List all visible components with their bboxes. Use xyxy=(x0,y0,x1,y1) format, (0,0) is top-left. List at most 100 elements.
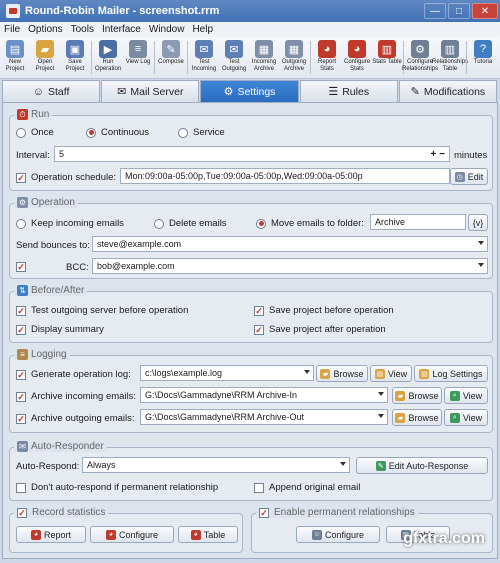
archive-out-browse-button[interactable]: ▰ Browse xyxy=(392,409,442,426)
test-outgoing-checkbox[interactable]: ✓ xyxy=(16,305,26,316)
display-summary-checkbox[interactable]: ✓ xyxy=(16,324,26,335)
dont-auto-respond-option[interactable]: Don't auto-respond if permanent relation… xyxy=(16,482,218,493)
delete-emails-option[interactable]: Delete emails xyxy=(154,218,227,229)
log-browse-button[interactable]: ▰ Browse xyxy=(316,365,368,382)
tab-modifications[interactable]: ✎ Modifications xyxy=(398,80,498,102)
mode-service[interactable]: Service xyxy=(178,127,225,138)
bcc-checkbox-row[interactable]: ✓ xyxy=(16,262,31,272)
toolbar-button-label: Test Incoming xyxy=(191,59,217,72)
menu-file[interactable]: File xyxy=(4,24,20,35)
schedule-checkbox[interactable]: ✓ xyxy=(16,172,26,183)
auto-respond-select[interactable]: Always xyxy=(82,457,350,473)
minimize-button[interactable]: — xyxy=(424,3,446,19)
relationships-configure-button[interactable]: ☺ Configure xyxy=(296,526,380,543)
interval-stepper[interactable]: + − xyxy=(431,149,445,160)
tab-staff[interactable]: ☺ Staff xyxy=(2,80,101,102)
move-emails-option[interactable]: Move emails to folder: xyxy=(256,218,364,229)
before-after-group: ⇅ Before/After ✓ Test outgoing server befo… xyxy=(9,285,493,343)
toolbar-view-log-button[interactable]: ≡ View Log xyxy=(123,37,153,78)
edit-schedule-button[interactable]: ◷ Edit xyxy=(450,168,488,185)
display-summary-option[interactable]: ✓ Display summary xyxy=(16,324,104,335)
radio-once[interactable] xyxy=(16,127,26,138)
tab-mail-server[interactable]: ✉ Mail Server xyxy=(101,80,200,102)
open-project-icon: ▰ xyxy=(36,40,54,58)
archive-out-select[interactable]: G:\Docs\Gammadyne\RRM Archive-Out xyxy=(140,409,388,425)
toolbar-configure-stats-button[interactable]: ◕ Configure Stats xyxy=(342,37,372,78)
folder-variable-button[interactable]: {v} xyxy=(468,214,488,231)
toolbar-open-project-button[interactable]: ▰ Open Project xyxy=(30,37,60,78)
mode-continuous[interactable]: Continuous xyxy=(86,127,149,138)
close-button[interactable]: ✕ xyxy=(472,3,498,19)
stats-configure-button[interactable]: ◕ Configure xyxy=(90,526,174,543)
schedule-checkbox-row[interactable]: ✓ Operation schedule: xyxy=(16,172,116,183)
gen-log-option[interactable]: ✓ Generate operation log: xyxy=(16,369,131,380)
toolbar-new-project-button[interactable]: ▤ New Project xyxy=(0,37,30,78)
log-path-select[interactable]: c:\logs\example.log xyxy=(140,365,314,381)
record-stats-checkbox[interactable]: ✓ xyxy=(17,507,27,518)
append-original-option[interactable]: Append original email xyxy=(254,482,360,493)
menu-options[interactable]: Options xyxy=(28,24,62,35)
archive-in-view-button[interactable]: ⌕ View xyxy=(444,387,488,404)
folder-field[interactable]: Archive xyxy=(370,214,466,230)
toolbar-save-project-button[interactable]: ▣ Save Project xyxy=(60,37,90,78)
keep-emails-option[interactable]: Keep incoming emails xyxy=(16,218,124,229)
edit-auto-response-button[interactable]: ✎ Edit Auto-Response xyxy=(356,457,488,474)
mode-once[interactable]: Once xyxy=(16,127,54,138)
archive-in-option[interactable]: ✓ Archive incoming emails: xyxy=(16,391,136,402)
radio-move[interactable] xyxy=(256,218,266,229)
toolbar-report-stats-button[interactable]: ◕ Report Stats xyxy=(312,37,342,78)
gen-log-checkbox[interactable]: ✓ xyxy=(16,369,26,380)
log-view-button[interactable]: ▤ View xyxy=(370,365,412,382)
archive-in-checkbox[interactable]: ✓ xyxy=(16,391,26,402)
maximize-button[interactable]: □ xyxy=(448,3,470,19)
toolbar-outgoing-archive-button[interactable]: ▦ Outgoing Archive xyxy=(279,37,309,78)
toolbar-stats-table-button[interactable]: ▥ Stats Table xyxy=(372,37,402,78)
menu-help[interactable]: Help xyxy=(192,24,213,35)
stats-group-label[interactable]: ✓ Record statistics xyxy=(14,507,109,518)
toolbar-relationships-table-button[interactable]: ▥ Relationships Table xyxy=(432,37,468,78)
log-settings-button[interactable]: ▤ Log Settings xyxy=(414,365,488,382)
toolbar-test-incoming-button[interactable]: ✉ Test Incoming xyxy=(189,37,219,78)
permanent-relationships-checkbox[interactable]: ✓ xyxy=(259,507,269,518)
radio-service[interactable] xyxy=(178,127,188,138)
archive-out-view-button[interactable]: ⌕ View xyxy=(444,409,488,426)
radio-continuous[interactable] xyxy=(86,127,96,138)
tab-settings[interactable]: ⚙ Settings xyxy=(200,80,299,102)
toolbar-configure-relationships-button[interactable]: ⚙ Configure Relationships xyxy=(402,37,438,78)
toolbar-run-operation-button[interactable]: ▶ Run Operation xyxy=(93,37,123,78)
bounces-select[interactable]: steve@example.com xyxy=(92,236,488,252)
save-before-checkbox[interactable]: ✓ xyxy=(254,305,264,316)
menu-tools[interactable]: Tools xyxy=(71,24,94,35)
stats-report-button[interactable]: ◕ Report xyxy=(16,526,86,543)
tab-rules[interactable]: ☰ Rules xyxy=(299,80,398,102)
menu-interface[interactable]: Interface xyxy=(102,24,141,35)
radio-keep[interactable] xyxy=(16,218,26,229)
toolbar-compose-button[interactable]: ✎ Compose xyxy=(156,37,186,78)
save-after-checkbox[interactable]: ✓ xyxy=(254,324,264,335)
schedule-field[interactable]: Mon:09:00a-05:00p,Tue:09:00a-05:00p,Wed:… xyxy=(120,168,450,184)
stats-table-button[interactable]: ◕ Table xyxy=(178,526,238,543)
toolbar-tutorial-button[interactable]: ? Tutoria xyxy=(468,37,498,78)
relationships-group-label[interactable]: ✓ Enable permanent relationships xyxy=(256,507,418,518)
title-bar: Round-Robin Mailer - screenshot.rrm — □ … xyxy=(0,0,500,22)
archive-in-browse-button[interactable]: ▰ Browse xyxy=(392,387,442,404)
save-after-option[interactable]: ✓ Save project after operation xyxy=(254,324,386,335)
bcc-checkbox[interactable]: ✓ xyxy=(16,262,26,272)
relationships-table-icon: ▥ xyxy=(441,40,459,58)
interval-input[interactable]: 5 + − xyxy=(54,146,450,162)
archive-in-select[interactable]: G:\Docs\Gammadyne\RRM Archive-In xyxy=(140,387,388,403)
toolbar-test-outgoing-button[interactable]: ✉ Test Outgoing xyxy=(219,37,249,78)
archive-out-checkbox[interactable]: ✓ xyxy=(16,413,26,424)
log-icon: ≡ xyxy=(17,349,28,360)
toolbar-button-label: View Log xyxy=(125,59,151,65)
test-outgoing-option[interactable]: ✓ Test outgoing server before operation xyxy=(16,305,188,316)
archive-out-option[interactable]: ✓ Archive outgoing emails: xyxy=(16,413,135,424)
toolbar-button-label: Tutoria xyxy=(473,59,493,65)
menu-window[interactable]: Window xyxy=(149,24,185,35)
save-before-option[interactable]: ✓ Save project before operation xyxy=(254,305,394,316)
append-original-checkbox[interactable] xyxy=(254,482,264,493)
radio-delete[interactable] xyxy=(154,218,164,229)
bcc-select[interactable]: bob@example.com xyxy=(92,258,488,274)
dont-auto-respond-checkbox[interactable] xyxy=(16,482,26,493)
toolbar-incoming-archive-button[interactable]: ▦ Incoming Archive xyxy=(249,37,279,78)
